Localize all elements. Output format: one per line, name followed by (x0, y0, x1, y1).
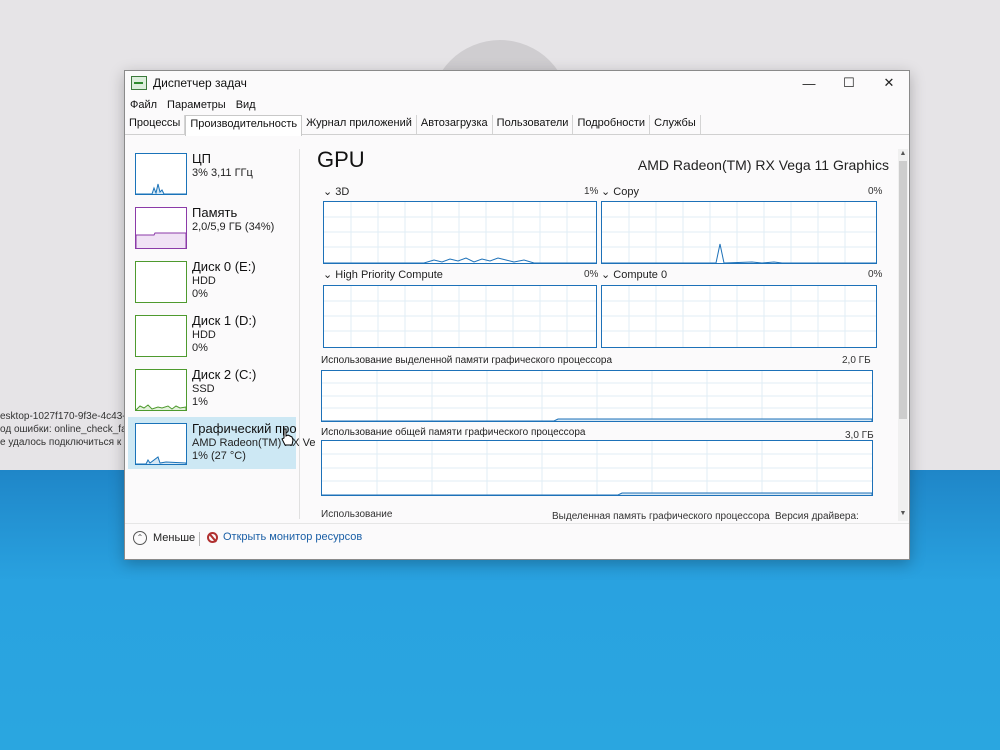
dedicated-memory-max: 2,0 ГБ (842, 355, 871, 366)
menu-file[interactable]: Файл (125, 99, 162, 111)
gpu-device-name: AMD Radeon(TM) RX Vega 11 Graphics (637, 157, 889, 173)
sidebar-item-memory[interactable]: Память 2,0/5,9 ГБ (34%) (128, 201, 296, 253)
disk-0-thumbnail-graph (135, 261, 187, 303)
console-line: е удалось подключиться к к (0, 437, 129, 448)
sidebar-item-cpu[interactable]: ЦП 3% 3,11 ГГц (128, 147, 296, 199)
engine-label: Copy (613, 186, 639, 198)
tab-app-history[interactable]: Журнал приложений (302, 115, 417, 134)
engine-selector-high-priority-compute[interactable]: ⌄ High Priority Compute (323, 268, 443, 281)
engine-label: 3D (335, 186, 350, 198)
window-title: Диспетчер задач (153, 76, 247, 90)
sidebar-item-value: 1% (192, 396, 208, 408)
resource-monitor-label: Открыть монитор ресурсов (223, 531, 363, 543)
graph-dedicated-memory (321, 370, 873, 422)
maximize-button[interactable]: ☐ (829, 71, 869, 95)
chevron-up-icon: ⌃ (133, 531, 147, 545)
menu-options[interactable]: Параметры (162, 99, 231, 111)
resource-monitor-icon (207, 531, 218, 543)
gpu-detail-panel: GPU AMD Radeon(TM) RX Vega 11 Graphics ⌄… (315, 141, 893, 522)
sidebar-item-value: 0% (192, 288, 208, 300)
memory-thumbnail-graph (135, 207, 187, 249)
sidebar-item-title: Диск 2 (C:) (192, 367, 257, 382)
scroll-up-arrow[interactable]: ▲ (898, 149, 908, 159)
sidebar-item-detail: SSD (192, 383, 215, 395)
engine-value: 0% (584, 269, 599, 280)
footer-bar: ⌃ Меньше Открыть монитор ресурсов (125, 523, 909, 559)
console-line: од ошибки: online_check_fai (0, 424, 129, 435)
fewer-details-label: Меньше (153, 532, 196, 544)
sidebar-item-title: ЦП (192, 151, 211, 166)
vertical-scrollbar[interactable]: ▲ ▼ (898, 149, 908, 521)
tab-strip: Процессы Производительность Журнал прило… (125, 115, 909, 136)
tab-startup[interactable]: Автозагрузка (417, 115, 493, 134)
sidebar-item-value: 1% (27 °C) (192, 450, 246, 462)
sidebar-item-gpu[interactable]: Графический про AMD Radeon(TM) RX Ve 1% … (128, 417, 315, 469)
console-line: esktop-1027f170-9f3e-4c43- (0, 411, 126, 422)
sidebar-item-detail: 3% 3,11 ГГц (192, 167, 253, 179)
sidebar-item-title: Графический про (192, 421, 297, 436)
cpu-thumbnail-graph (135, 153, 187, 195)
fewer-details-button[interactable]: ⌃ Меньше (133, 531, 195, 545)
tab-details[interactable]: Подробности (573, 115, 651, 134)
footer-separator (199, 532, 200, 546)
scroll-down-arrow[interactable]: ▼ (898, 509, 908, 519)
sidebar-item-disk-1[interactable]: Диск 1 (D:) HDD 0% (128, 309, 296, 361)
dedicated-gpu-memory-label: Выделенная память графического процессор… (552, 511, 770, 522)
disk-1-thumbnail-graph (135, 315, 187, 357)
driver-version-label: Версия драйвера: (775, 511, 859, 522)
menu-view[interactable]: Вид (231, 99, 261, 111)
background-console-text: esktop-1027f170-9f3e-4c43- од ошибки: on… (0, 410, 130, 449)
title-bar[interactable]: Диспетчер задач — ☐ ✕ (125, 71, 909, 95)
engine-selector-3d[interactable]: ⌄ 3D (323, 185, 349, 198)
page-title: GPU (317, 147, 365, 172)
graph-compute-0 (601, 285, 877, 348)
engine-selector-compute-0[interactable]: ⌄ Compute 0 (601, 268, 667, 281)
graph-shared-memory (321, 440, 873, 496)
sidebar-item-detail: 2,0/5,9 ГБ (34%) (192, 221, 275, 233)
sidebar-item-value: 0% (192, 342, 208, 354)
engine-value: 0% (868, 269, 883, 280)
scrollbar-thumb[interactable] (899, 161, 907, 419)
tab-services[interactable]: Службы (650, 115, 701, 134)
gpu-thumbnail-graph (135, 423, 187, 465)
sidebar-item-title: Диск 1 (D:) (192, 313, 257, 328)
shared-memory-label: Использование общей памяти графического … (321, 427, 586, 438)
engine-value: 0% (868, 186, 883, 197)
tab-processes[interactable]: Процессы (125, 115, 186, 134)
disk-2-thumbnail-graph (135, 369, 187, 411)
sidebar-item-disk-2[interactable]: Диск 2 (C:) SSD 1% (128, 363, 296, 415)
task-manager-icon (131, 76, 147, 90)
sidebar-item-disk-0[interactable]: Диск 0 (E:) HDD 0% (128, 255, 296, 307)
open-resource-monitor-link[interactable]: Открыть монитор ресурсов (207, 531, 362, 543)
dedicated-memory-label: Использование выделенной памяти графичес… (321, 355, 613, 366)
sidebar-item-title: Диск 0 (E:) (192, 259, 256, 274)
sidebar-item-detail: HDD (192, 329, 216, 341)
performance-sidebar: ЦП 3% 3,11 ГГц Память 2,0/5,9 ГБ (34%) Д… (125, 141, 315, 521)
engine-label: Compute 0 (613, 269, 668, 281)
task-manager-window: Диспетчер задач — ☐ ✕ Файл Параметры Вид… (124, 70, 910, 560)
tab-users[interactable]: Пользователи (493, 115, 574, 134)
minimize-button[interactable]: — (789, 71, 829, 95)
hand-cursor-icon (281, 428, 294, 446)
sidebar-item-detail: AMD Radeon(TM) RX Ve (192, 437, 316, 449)
sidebar-item-detail: HDD (192, 275, 216, 287)
graph-high-priority-compute (323, 285, 597, 348)
engine-value: 1% (584, 186, 599, 197)
sidebar-item-title: Память (192, 205, 238, 220)
usage-label: Использование (321, 509, 393, 520)
engine-label: High Priority Compute (335, 269, 443, 281)
tab-performance[interactable]: Производительность (185, 115, 303, 136)
graph-copy (601, 201, 877, 264)
close-button[interactable]: ✕ (869, 71, 909, 95)
panel-divider (299, 149, 300, 519)
menu-bar: Файл Параметры Вид (125, 95, 261, 115)
graph-3d (323, 201, 597, 264)
engine-selector-copy[interactable]: ⌄ Copy (601, 185, 639, 198)
